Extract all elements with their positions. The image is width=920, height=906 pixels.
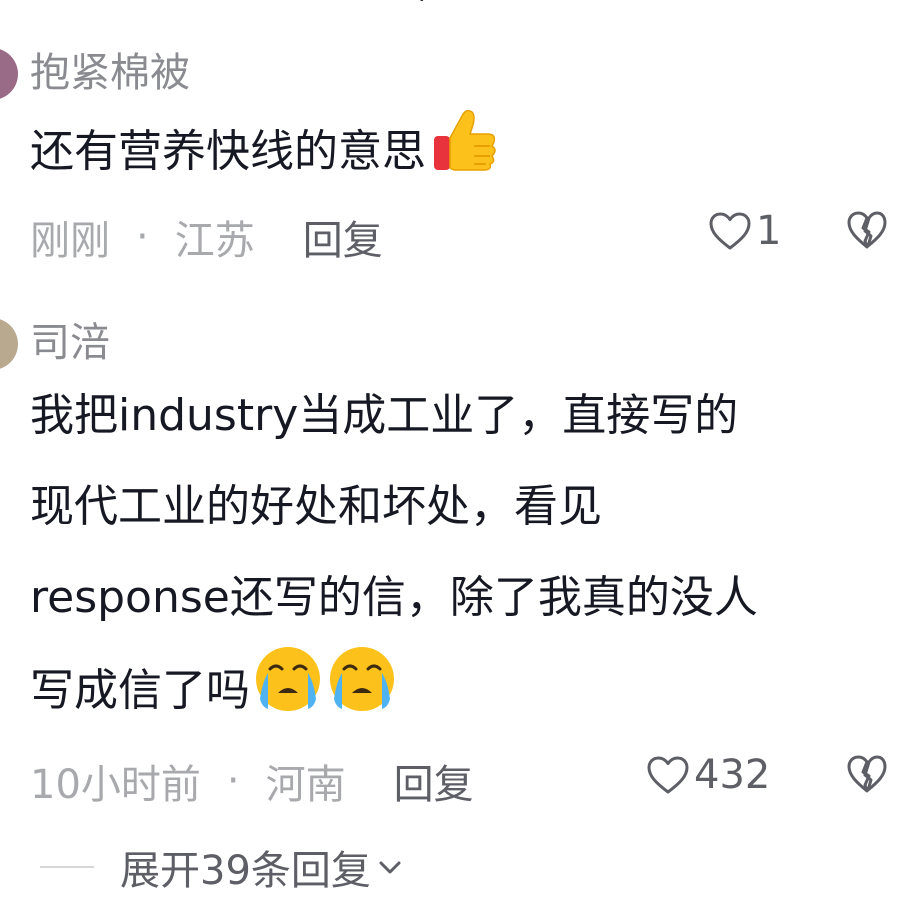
dislike-button[interactable] (846, 754, 888, 794)
comment-username[interactable]: 司涪 (30, 310, 110, 368)
comment-text-line-with-emoji: 写成信了吗 (30, 643, 890, 736)
heart-outline-icon (708, 211, 756, 251)
heart-outline-icon (646, 755, 694, 795)
comment-location: 河南 (265, 762, 346, 808)
broken-heart-icon (846, 210, 888, 250)
clipped-header-text: 评论 (400, 0, 510, 6)
reply-button[interactable]: 回复 (394, 752, 474, 810)
comment-username[interactable]: 抱紧棉被 (30, 40, 190, 98)
like-button[interactable]: 1 (708, 208, 781, 254)
thumbs-up-emoji (428, 104, 500, 176)
like-button[interactable]: 432 (646, 752, 770, 798)
meta-separator: · (226, 758, 240, 804)
expand-replies-button[interactable]: 展开39条回复 (40, 838, 403, 896)
comment-text-line: response还写的信，除了我真的没人 (30, 572, 758, 623)
broken-heart-icon (846, 754, 888, 794)
comment-meta: 10小时前 · 河南 回复 (30, 752, 474, 810)
comment-meta: 刚刚 · 江苏 回复 (30, 208, 383, 266)
comment-time: 10小时前 (30, 762, 201, 808)
comment-text: 还有营养快线的意思 (30, 104, 890, 197)
crying-face-emoji (252, 643, 324, 715)
like-count: 432 (694, 752, 771, 798)
comment-section: 评论 抱紧棉被 还有营养快线的意思 刚刚 · 江苏 回复 (0, 0, 920, 906)
dislike-button[interactable] (846, 210, 888, 250)
comment-text: 我把industry当成工业了，直接写的 现代工业的好处和坏处，看见 respo… (30, 370, 890, 736)
like-count: 1 (756, 208, 782, 254)
meta-separator: · (136, 214, 149, 260)
expand-replies-label: 展开39条回复 (120, 848, 371, 894)
comment-text-line: 我把industry当成工业了，直接写的 (30, 390, 739, 441)
divider (40, 866, 94, 868)
comment-text-line: 现代工业的好处和坏处，看见 (30, 481, 602, 532)
avatar[interactable] (0, 318, 18, 370)
crying-face-emoji (326, 643, 398, 715)
comment-text-line: 还有营养快线的意思 (30, 126, 426, 177)
reply-button[interactable]: 回复 (303, 208, 383, 266)
comment-location: 江苏 (174, 218, 255, 264)
avatar[interactable] (0, 48, 18, 100)
comment-time: 刚刚 (30, 218, 110, 264)
chevron-down-icon (371, 857, 403, 877)
